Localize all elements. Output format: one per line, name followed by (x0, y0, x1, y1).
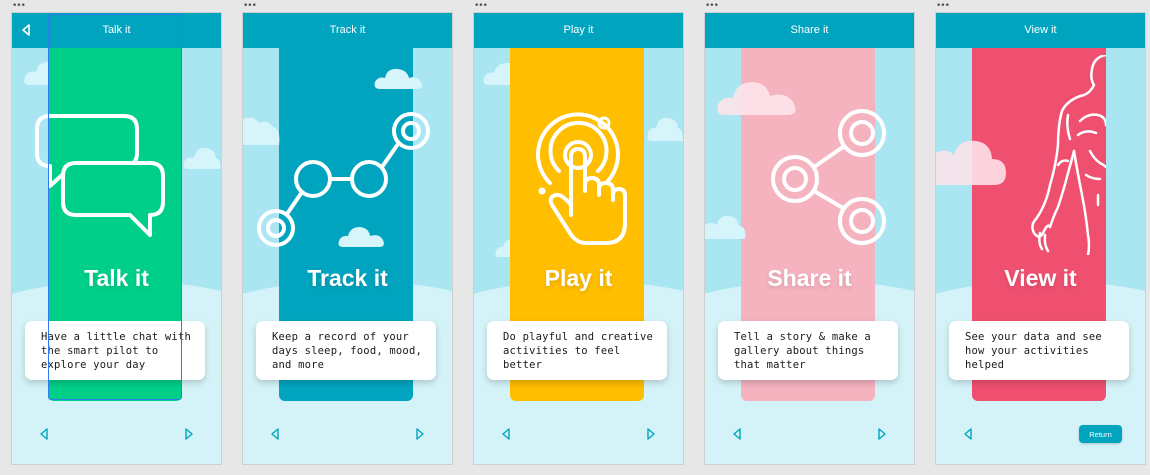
description-card: Have a little chat with the smart pilot … (25, 321, 205, 380)
next-arrow-icon[interactable] (877, 428, 887, 440)
screen-title: View it (1024, 24, 1057, 36)
cloud-icon (183, 147, 221, 169)
frame-menu-dots[interactable]: ••• (705, 2, 719, 11)
previous-arrow-icon[interactable] (270, 428, 280, 440)
screen-track-it: Track it Keep a record of your days slee… (242, 12, 453, 465)
screen-heading: View it (1004, 265, 1077, 291)
screen-title: Share it (790, 24, 829, 36)
screen-heading: Track it (307, 265, 388, 291)
frame-menu-dots[interactable]: ••• (243, 2, 257, 11)
screen-share-it: Share it Tell a story & make a gallery a… (704, 12, 915, 465)
screen-heading: Talk it (84, 265, 149, 291)
next-arrow-icon[interactable] (415, 428, 425, 440)
screen-play-it: Play it Do playful and creative activiti… (473, 12, 684, 465)
previous-arrow-icon[interactable] (39, 428, 49, 440)
description-card: See your data and see how your activitie… (949, 321, 1129, 380)
body-outline-icon (1031, 55, 1106, 255)
cloud-icon (374, 68, 423, 89)
screen-heading: Share it (767, 265, 852, 291)
share-icon (771, 109, 886, 245)
next-arrow-icon[interactable] (646, 428, 656, 440)
description-text: Keep a record of your days sleep, food, … (272, 330, 422, 371)
screen-heading: Play it (544, 265, 613, 291)
chat-bubbles-icon (35, 114, 165, 237)
frame-menu-dots[interactable]: ••• (474, 2, 488, 11)
connected-nodes-icon (257, 112, 430, 247)
screen-talk-it: Talk it Have a little chat with the smar… (11, 12, 222, 465)
description-card: Do playful and creative activities to fe… (487, 321, 667, 380)
description-text: Tell a story & make a gallery about thin… (734, 330, 871, 371)
screen-title: Talk it (102, 24, 131, 36)
return-button[interactable]: Return (1079, 425, 1122, 443)
previous-arrow-icon[interactable] (732, 428, 742, 440)
screen-title: Track it (329, 24, 366, 36)
screen-title: Play it (563, 24, 594, 36)
frame-menu-dots[interactable]: ••• (12, 2, 26, 11)
description-card: Keep a record of your days sleep, food, … (256, 321, 436, 380)
description-card: Tell a story & make a gallery about thin… (718, 321, 898, 380)
frame-menu-dots[interactable]: ••• (936, 2, 950, 11)
description-text: See your data and see how your activitie… (965, 330, 1102, 371)
description-text: Do playful and creative activities to fe… (503, 330, 653, 371)
screen-view-it: View it See your data and see how your a… (935, 12, 1146, 465)
cloud-icon (647, 117, 683, 141)
previous-arrow-icon[interactable] (501, 428, 511, 440)
cloud-icon (936, 140, 1006, 185)
description-text: Have a little chat with the smart pilot … (41, 330, 191, 371)
next-arrow-icon[interactable] (184, 428, 194, 440)
previous-arrow-icon[interactable] (963, 428, 973, 440)
cloud-icon (705, 215, 746, 239)
tap-finger-icon (536, 112, 627, 245)
